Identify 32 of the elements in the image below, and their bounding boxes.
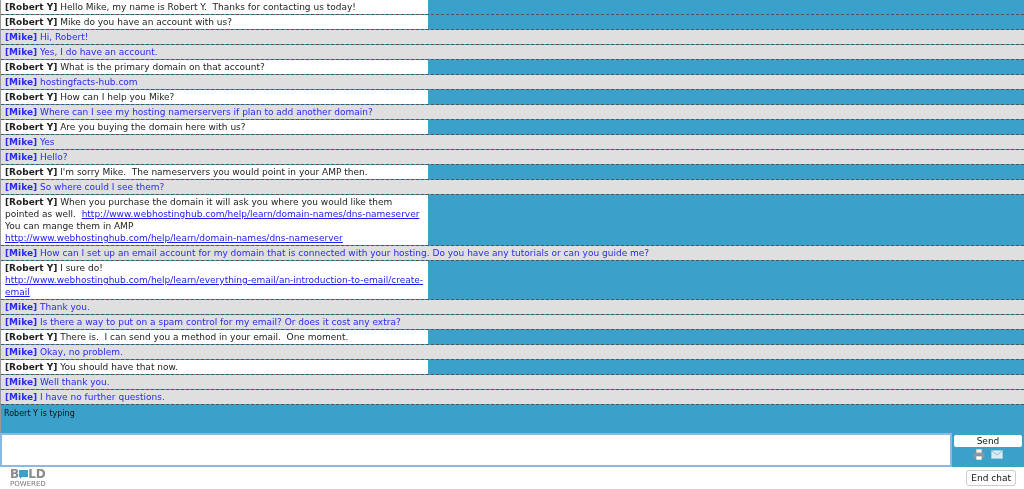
chat-message: [Mike] I have no further questions. bbox=[1, 390, 1024, 404]
message-input[interactable] bbox=[0, 433, 952, 467]
mail-icon[interactable] bbox=[991, 450, 1003, 459]
chat-message: [Robert Y] You should have that now. bbox=[1, 360, 428, 374]
message-link[interactable]: http://www.webhostinghub.com/help/learn/domain-names/dns-nameserver bbox=[81, 209, 420, 219]
end-chat-button[interactable]: End chat bbox=[966, 470, 1016, 486]
chat-message: [Mike] Where can I see my hosting namerservers if plan to add another domain? bbox=[1, 105, 1024, 119]
message-link[interactable]: http://www.webhostinghub.com/help/learn/domain-names/dns-nameserver bbox=[5, 233, 343, 243]
chat-message: [Robert Y] Mike do you have an account with us? bbox=[1, 15, 428, 29]
chat-message: [Mike] Yes, I do have an account. bbox=[1, 45, 1024, 59]
chat-message: [Mike] How can I set up an email account for my domain that is connected with your hosting. Do you have any tutorials or can you guide me? bbox=[1, 246, 1024, 260]
chat-message: [Mike] Is there a way to put on a spam control for my email? Or does it cost any extra? bbox=[1, 315, 1024, 329]
send-button[interactable]: Send bbox=[954, 435, 1022, 447]
chat-message: [Mike] So where could I see them? bbox=[1, 180, 1024, 194]
chat-message: [Robert Y] How can I help you Mike? bbox=[1, 90, 428, 104]
chat-message: [Mike] hostingfacts-hub.com bbox=[1, 75, 1024, 89]
chat-message: [Mike] Okay, no problem. bbox=[1, 345, 1024, 359]
chat-message: [Mike] Hi, Robert! bbox=[1, 30, 1024, 44]
typing-status: Robert Y is typing bbox=[4, 409, 75, 418]
message-link[interactable]: http://www.webhostinghub.com/help/learn/everything-email/an-introduction-to-email/create-email bbox=[5, 274, 424, 298]
chat-message: [Robert Y] There is. I can send you a method in your email. One moment. bbox=[1, 330, 428, 344]
chat-message: [Robert Y] I'm sorry Mike. The nameservers you would point in your AMP then. bbox=[1, 165, 428, 179]
chat-message: [Robert Y] What is the primary domain on that account? bbox=[1, 60, 428, 74]
chat-message: [Mike] Yes bbox=[1, 135, 1024, 149]
chat-message: [Robert Y] Are you buying the domain here with us? bbox=[1, 120, 428, 134]
chat-message: [Robert Y] When you purchase the domain it will ask you where you would like them pointed as well. http://www.webhostinghub.com/help/learn/domain-names/dns-nameserver You can mange them in AMP http://www.webhostinghub.com/help/learn/domain-names/dns-nameserver bbox=[1, 195, 428, 245]
chat-message: [Mike] Hello? bbox=[1, 150, 1024, 164]
chat-message: [Mike] Well thank you. bbox=[1, 375, 1024, 389]
chat-message: [Mike] Thank you. bbox=[1, 300, 1024, 314]
chat-message: [Robert Y] Hello Mike, my name is Robert Y. Thanks for contacting us today! bbox=[1, 0, 428, 14]
printer-icon[interactable] bbox=[973, 449, 985, 460]
chat-message: [Robert Y] I sure do! http://www.webhostinghub.com/help/learn/everything-email/an-introduction-to-email/create-email bbox=[1, 261, 428, 299]
